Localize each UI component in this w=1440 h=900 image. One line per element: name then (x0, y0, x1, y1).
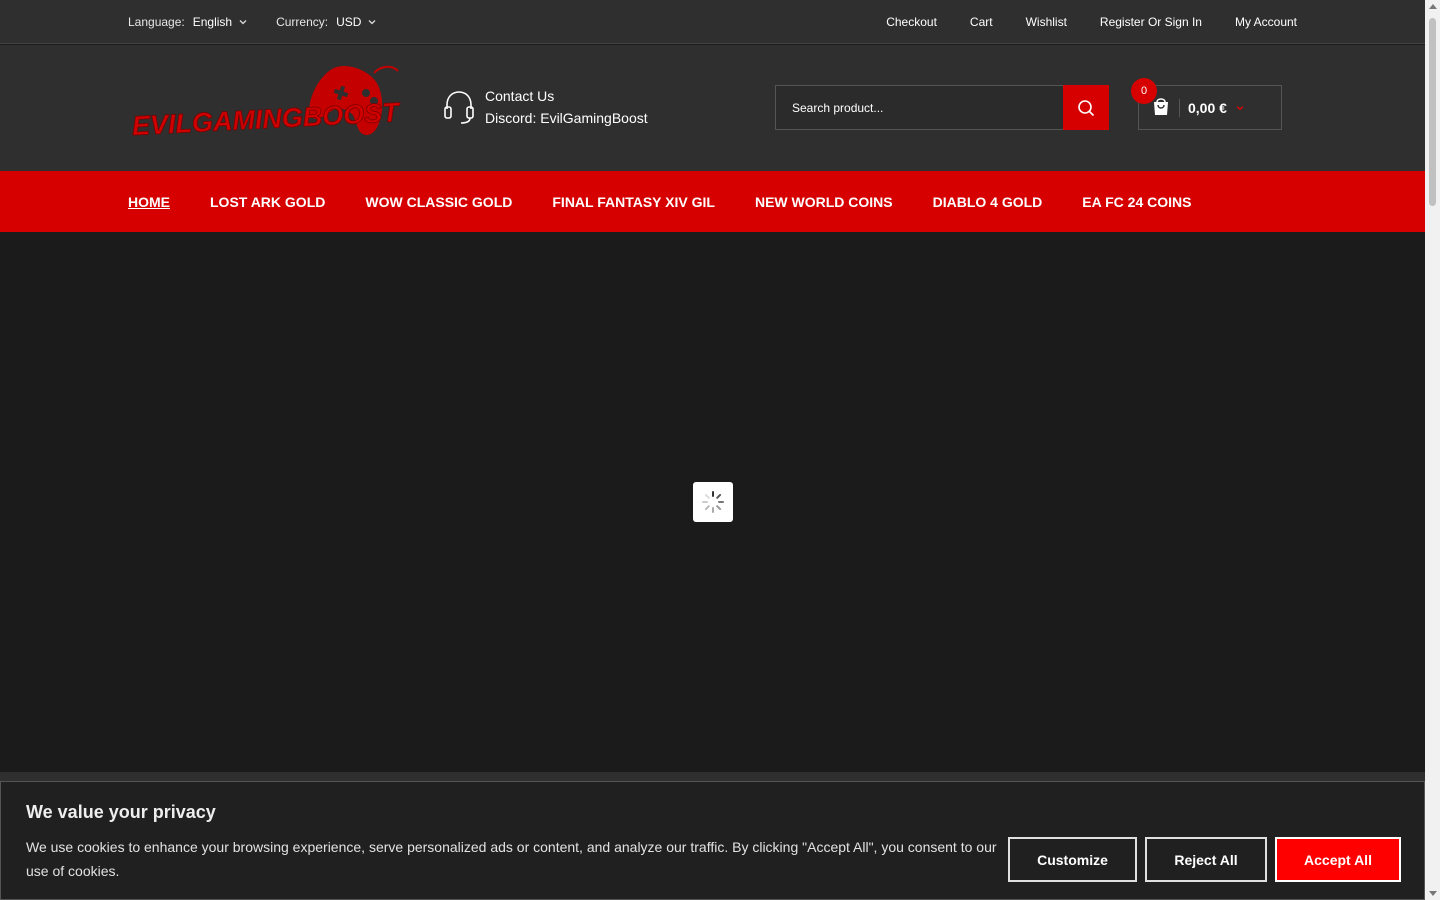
mini-cart[interactable]: 0 0,00 € (1131, 78, 1282, 130)
headset-icon (444, 91, 474, 124)
cookie-accept-button[interactable]: Accept All (1275, 837, 1401, 882)
wishlist-link[interactable]: Wishlist (1026, 15, 1067, 29)
my-account-link[interactable]: My Account (1235, 15, 1297, 29)
search-button[interactable] (1063, 85, 1109, 130)
cookie-customize-button[interactable]: Customize (1008, 837, 1137, 882)
page-scrollbar[interactable] (1425, 0, 1440, 900)
cart-link[interactable]: Cart (970, 15, 993, 29)
checkout-link[interactable]: Checkout (886, 15, 937, 29)
top-bar-left: Language: English Currency: USD (128, 0, 377, 44)
scroll-up-icon[interactable] (1429, 4, 1437, 9)
currency-value: USD (336, 15, 362, 29)
search-icon (1078, 99, 1095, 116)
cart-total: 0,00 € (1188, 99, 1227, 116)
chevron-down-icon (1236, 105, 1244, 110)
nav-item-home[interactable]: HOME (128, 194, 170, 210)
search-bar: Search product... (775, 85, 1109, 130)
contact-discord[interactable]: Discord: EvilGamingBoost (485, 107, 648, 129)
currency-label: Currency: (276, 15, 329, 29)
site-header: EVILGAMINGBOOST Contact Us Discord: Evil… (0, 45, 1425, 171)
currency-selector[interactable]: Currency: USD (276, 15, 377, 29)
nav-item-ffxiv-gil[interactable]: FINAL FANTASY XIV GIL (552, 194, 715, 210)
shopping-bag-icon (1154, 98, 1168, 115)
cookie-reject-button[interactable]: Reject All (1145, 837, 1267, 882)
language-value: English (192, 15, 233, 29)
nav-item-wow-classic-gold[interactable]: WOW CLASSIC GOLD (365, 194, 512, 210)
contact-title: Contact Us (485, 88, 555, 104)
loading-box (693, 482, 733, 522)
nav-item-ea-fc-24-coins[interactable]: EA FC 24 COINS (1082, 194, 1191, 210)
logo-text: EVILGAMINGBOOST (131, 97, 402, 141)
nav-item-new-world-coins[interactable]: NEW WORLD COINS (755, 194, 893, 210)
contact-text: Contact Us Discord: EvilGamingBoost (485, 85, 648, 129)
cookie-title: We value your privacy (26, 802, 216, 822)
cookie-banner: We value your privacy We use cookies to … (0, 781, 1425, 900)
viewport: Language: English Currency: USD Checkout (0, 0, 1425, 900)
main-nav: HOME LOST ARK GOLD WOW CLASSIC GOLD FINA… (0, 171, 1425, 232)
language-selector[interactable]: Language: English (128, 15, 248, 29)
currency-value-wrap[interactable]: USD (336, 15, 377, 29)
cart-count-badge: 0 (1131, 78, 1157, 104)
gamepad-logo-icon: EVILGAMINGBOOST (131, 65, 402, 142)
nav-item-lost-ark-gold[interactable]: LOST ARK GOLD (210, 194, 325, 210)
top-bar: Language: English Currency: USD Checkout (0, 0, 1425, 44)
scroll-down-icon[interactable] (1429, 891, 1437, 896)
language-value-wrap[interactable]: English (193, 15, 248, 29)
top-bar-links: Checkout Cart Wishlist Register Or Sign … (886, 0, 1297, 44)
cart-total-wrap: 0,00 € (1188, 86, 1245, 129)
page: Language: English Currency: USD Checkout (0, 0, 1440, 900)
cart-divider (1179, 99, 1180, 117)
chevron-down-icon (239, 20, 247, 25)
cookie-text: We use cookies to enhance your browsing … (26, 839, 997, 879)
language-label: Language: (128, 15, 185, 29)
site-logo[interactable]: EVILGAMINGBOOST (130, 63, 402, 142)
chevron-down-icon (368, 20, 376, 25)
loading-spinner-icon (702, 491, 724, 513)
nav-item-diablo-4-gold[interactable]: DIABLO 4 GOLD (933, 194, 1043, 210)
search-input[interactable]: Search product... (775, 85, 1063, 130)
contact-block: Contact Us Discord: EvilGamingBoost (443, 85, 648, 129)
scrollbar-thumb[interactable] (1429, 18, 1436, 206)
main-nav-list: HOME LOST ARK GOLD WOW CLASSIC GOLD FINA… (128, 171, 1191, 232)
register-signin-link[interactable]: Register Or Sign In (1100, 15, 1202, 29)
